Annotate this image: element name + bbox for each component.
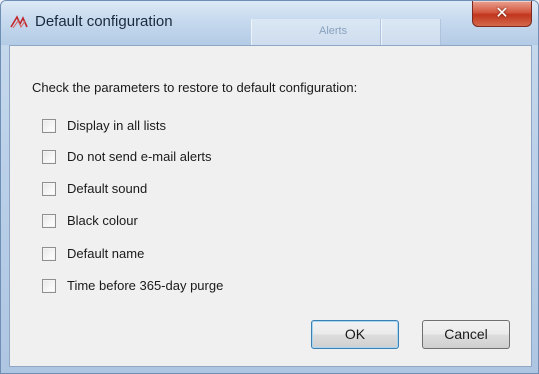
option-label: Default sound [67, 181, 148, 196]
option-label: Display in all lists [67, 118, 166, 133]
background-tab [381, 19, 441, 45]
app-logo-icon [10, 15, 28, 29]
close-icon: ✕ [495, 3, 509, 22]
close-button[interactable]: ✕ [472, 1, 532, 27]
cancel-button[interactable]: Cancel [422, 320, 510, 349]
checkbox-default-sound[interactable] [42, 182, 56, 196]
instruction-text: Check the parameters to restore to defau… [32, 80, 358, 95]
background-window-title: Alerts [319, 25, 348, 37]
checkbox-display-in-all-lists[interactable] [42, 119, 56, 133]
background-tab [251, 19, 381, 45]
ok-button[interactable]: OK [311, 320, 399, 349]
window-title: Default configuration [35, 13, 173, 30]
checkbox-purge-time[interactable] [42, 279, 56, 293]
checkbox-default-name[interactable] [42, 247, 56, 261]
option-label: Black colour [67, 213, 138, 228]
checkbox-black-colour[interactable] [42, 214, 56, 228]
option-label: Default name [67, 246, 145, 261]
checkbox-no-email-alerts[interactable] [42, 150, 56, 164]
option-label: Time before 365-day purge [67, 278, 224, 293]
title-bar[interactable]: Alerts Default configuration ✕ [1, 1, 538, 45]
option-label: Do not send e-mail alerts [67, 149, 212, 164]
